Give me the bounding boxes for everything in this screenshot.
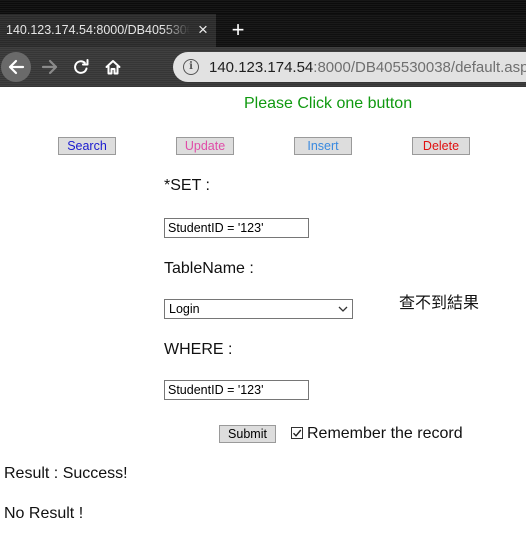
set-label: *SET : xyxy=(164,177,210,194)
remember-label[interactable]: Remember the record xyxy=(307,425,463,443)
info-icon[interactable]: i xyxy=(183,59,199,75)
browser-toolbar: i 140.123.174.54:8000/DB405530038/defaul… xyxy=(0,47,526,87)
reload-button[interactable] xyxy=(66,52,96,82)
window-top-strip xyxy=(0,0,526,14)
submit-button[interactable]: Submit xyxy=(219,425,276,443)
where-input[interactable] xyxy=(164,380,309,400)
page-content: Please Click one button Search Update In… xyxy=(0,87,526,552)
chevron-down-icon xyxy=(338,306,348,312)
browser-tab[interactable]: 140.123.174.54:8000/DB405530038/default.… xyxy=(0,14,216,47)
forward-arrow-icon xyxy=(41,59,58,75)
table-name-select[interactable]: Login xyxy=(164,299,353,319)
instruction-text: Please Click one button xyxy=(244,95,413,112)
result-status: Result : Success! xyxy=(4,465,128,482)
tab-title[interactable]: 140.123.174.54:8000/DB405530038/default.… xyxy=(6,23,190,39)
search-button[interactable]: Search xyxy=(58,137,116,155)
back-button[interactable] xyxy=(1,52,31,82)
remember-checkbox[interactable] xyxy=(291,427,303,439)
url-path: :8000/DB405530038/default.aspx xyxy=(313,59,526,76)
set-input[interactable] xyxy=(164,218,309,238)
update-button[interactable]: Update xyxy=(176,137,234,155)
table-name-label: TableName : xyxy=(164,260,254,277)
checkmark-icon xyxy=(292,429,302,437)
home-icon xyxy=(105,60,121,75)
delete-button[interactable]: Delete xyxy=(412,137,470,155)
insert-button[interactable]: Insert xyxy=(294,137,352,155)
reload-icon xyxy=(74,59,89,74)
tab-bar: 140.123.174.54:8000/DB405530038/default.… xyxy=(0,14,526,47)
url-host: 140.123.174.54 xyxy=(209,59,314,76)
forward-button[interactable] xyxy=(35,52,65,82)
no-result-text: No Result ! xyxy=(4,505,84,522)
back-arrow-icon xyxy=(8,59,25,75)
where-label: WHERE : xyxy=(164,341,233,358)
close-tab-icon[interactable]: × xyxy=(194,21,212,39)
table-name-selected: Login xyxy=(169,302,200,316)
home-button[interactable] xyxy=(98,52,128,82)
url-text[interactable]: 140.123.174.54:8000/DB405530038/default.… xyxy=(209,59,526,76)
not-found-text: 查不到結果 xyxy=(399,295,480,312)
new-tab-icon[interactable]: + xyxy=(227,19,249,41)
address-bar[interactable]: i 140.123.174.54:8000/DB405530038/defaul… xyxy=(173,52,526,82)
